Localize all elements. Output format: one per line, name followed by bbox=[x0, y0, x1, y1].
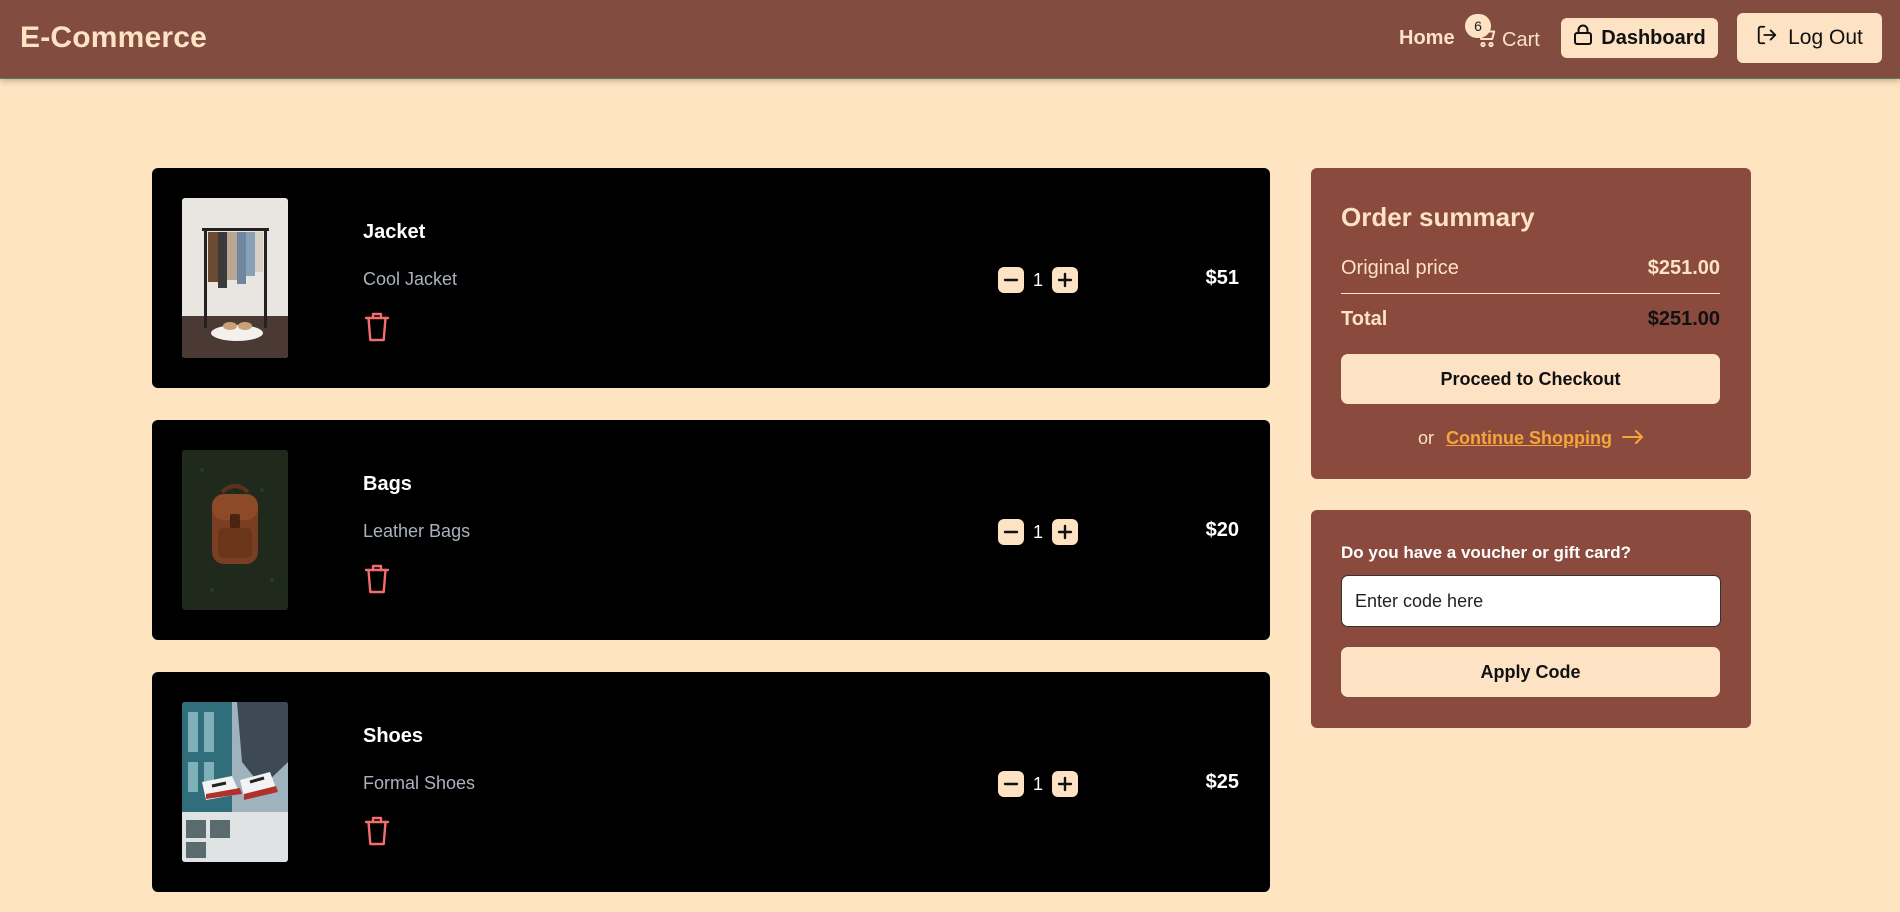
total-row: Total $251.00 bbox=[1341, 308, 1720, 331]
logout-button[interactable]: Log Out bbox=[1737, 13, 1882, 63]
item-name: Bags bbox=[363, 473, 412, 495]
item-price: $20 bbox=[1205, 519, 1239, 541]
summary-divider bbox=[1341, 293, 1720, 294]
voucher-panel: Do you have a voucher or gift card? Appl… bbox=[1311, 510, 1751, 728]
item-price: $51 bbox=[1205, 267, 1239, 289]
cart-item: Jacket Cool Jacket 1 $51 bbox=[152, 168, 1270, 388]
voucher-label: Do you have a voucher or gift card? bbox=[1341, 543, 1632, 562]
dashboard-button[interactable]: Dashboard bbox=[1561, 18, 1718, 58]
decrease-quantity-button[interactable] bbox=[998, 519, 1024, 545]
dashboard-label: Dashboard bbox=[1601, 26, 1706, 49]
increase-quantity-button[interactable] bbox=[1052, 267, 1078, 293]
cart-item: Bags Leather Bags 1 $20 bbox=[152, 420, 1270, 640]
brand-logo[interactable]: E-Commerce bbox=[20, 21, 207, 55]
decrease-quantity-button[interactable] bbox=[998, 267, 1024, 293]
logout-label: Log Out bbox=[1788, 26, 1863, 49]
quantity-value: 1 bbox=[1032, 773, 1043, 794]
item-price: $25 bbox=[1205, 771, 1239, 793]
continue-shopping-row: or Continue Shopping bbox=[1311, 428, 1751, 449]
trash-icon[interactable] bbox=[363, 563, 391, 595]
or-text: or bbox=[1418, 428, 1435, 448]
item-name: Jacket bbox=[363, 221, 426, 243]
continue-shopping-link[interactable]: Continue Shopping bbox=[1446, 428, 1644, 449]
total-value: $251.00 bbox=[1647, 308, 1720, 330]
order-summary-title: Order summary bbox=[1341, 202, 1535, 232]
voucher-code-input[interactable] bbox=[1341, 575, 1721, 627]
product-image-bags bbox=[182, 450, 288, 610]
quantity-stepper: 1 bbox=[998, 267, 1078, 293]
item-description: Leather Bags bbox=[363, 521, 471, 541]
item-description: Cool Jacket bbox=[363, 269, 458, 289]
cart-count-badge: 6 bbox=[1465, 14, 1491, 38]
item-name: Shoes bbox=[363, 725, 424, 747]
nav-home-link[interactable]: Home bbox=[1399, 27, 1455, 50]
trash-icon[interactable] bbox=[363, 311, 391, 343]
quantity-stepper: 1 bbox=[998, 771, 1078, 797]
original-price-row: Original price $251.00 bbox=[1341, 257, 1720, 280]
total-label: Total bbox=[1341, 308, 1388, 330]
original-price-label: Original price bbox=[1341, 257, 1459, 279]
cart-item: Shoes Formal Shoes 1 $25 bbox=[152, 672, 1270, 892]
arrow-right-icon bbox=[1621, 428, 1644, 449]
logout-icon bbox=[1756, 24, 1778, 52]
trash-icon[interactable] bbox=[363, 815, 391, 847]
increase-quantity-button[interactable] bbox=[1052, 519, 1078, 545]
product-image-shoes bbox=[182, 702, 288, 862]
increase-quantity-button[interactable] bbox=[1052, 771, 1078, 797]
lock-icon bbox=[1573, 24, 1593, 52]
original-price-value: $251.00 bbox=[1647, 257, 1720, 279]
decrease-quantity-button[interactable] bbox=[998, 771, 1024, 797]
item-description: Formal Shoes bbox=[363, 773, 476, 793]
product-image-jacket bbox=[182, 198, 288, 358]
apply-code-button[interactable]: Apply Code bbox=[1341, 647, 1720, 697]
nav-cart-label: Cart bbox=[1502, 28, 1540, 51]
top-navbar: E-Commerce Home Cart 6 Dashboard Log Out bbox=[0, 0, 1900, 79]
proceed-to-checkout-button[interactable]: Proceed to Checkout bbox=[1341, 354, 1720, 404]
continue-shopping-label: Continue Shopping bbox=[1446, 428, 1612, 448]
quantity-stepper: 1 bbox=[998, 519, 1078, 545]
quantity-value: 1 bbox=[1032, 269, 1043, 290]
order-summary-panel: Order summary Original price $251.00 Tot… bbox=[1311, 168, 1751, 479]
quantity-value: 1 bbox=[1032, 521, 1043, 542]
